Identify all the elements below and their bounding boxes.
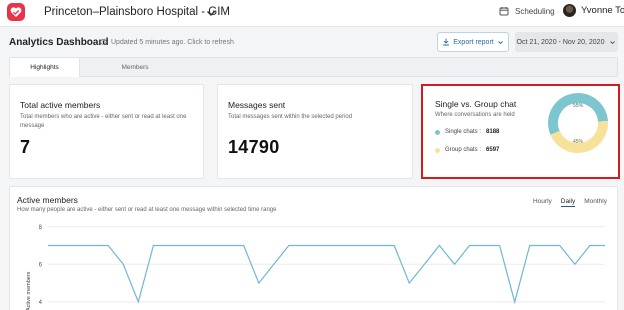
active-members-value: 7 xyxy=(20,137,31,157)
refresh-icon xyxy=(100,38,106,45)
messages-sent-value: 14790 xyxy=(228,137,280,157)
card-title: Messages sent xyxy=(228,100,286,110)
scheduling-link[interactable]: Scheduling xyxy=(499,6,555,16)
tab-highlights[interactable]: Highlights xyxy=(10,58,80,77)
card-subtitle: Total members who are active - either se… xyxy=(20,114,187,129)
user-menu[interactable]: Yvonne To xyxy=(563,4,624,17)
y-tick-label: 8 xyxy=(39,225,43,231)
y-tick-label: 6 xyxy=(39,262,43,268)
series-line xyxy=(48,244,605,305)
card-title: Total active members xyxy=(20,100,101,110)
download-icon xyxy=(443,38,450,46)
app-logo-icon[interactable] xyxy=(7,3,25,21)
date-range-value: Oct 21, 2020 - Nov 20, 2020 xyxy=(516,38,605,46)
y-tick-label: 4 xyxy=(39,300,43,306)
top-bar: Princeton–Plainsboro Hospital - GIM Sche… xyxy=(0,0,624,27)
export-report-button[interactable]: Export report xyxy=(437,32,509,52)
chevron-down-icon[interactable] xyxy=(204,6,218,20)
org-name[interactable]: Princeton–Plainsboro Hospital - GIM xyxy=(44,6,230,18)
user-name: Yvonne To xyxy=(581,5,624,16)
active-members-line-chart: 4 6 8 Active members xyxy=(26,225,606,310)
card-subtitle: Total messages sent within the selected … xyxy=(228,114,353,120)
avatar xyxy=(563,4,576,17)
chevron-down-icon xyxy=(610,40,616,44)
tab-bar: Highlights Members xyxy=(9,57,618,77)
y-axis-label: Active members xyxy=(26,271,32,310)
date-range-picker[interactable]: Oct 21, 2020 - Nov 20, 2020 xyxy=(515,32,618,52)
chevron-down-icon xyxy=(497,40,503,44)
active-members-chart-card: Active members How many people are activ… xyxy=(9,186,618,310)
calendar-icon xyxy=(499,7,509,16)
refresh-text: Updated 5 minutes ago. Click to refresh xyxy=(111,38,234,46)
highlight-frame xyxy=(421,84,620,179)
tab-members[interactable]: Members xyxy=(100,58,170,77)
export-label: Export report xyxy=(453,38,494,46)
refresh-link[interactable]: Updated 5 minutes ago. Click to refresh xyxy=(99,38,234,46)
page-title: Analytics Dashboard xyxy=(9,37,109,48)
scheduling-label: Scheduling xyxy=(515,6,555,16)
messages-sent-card: Messages sent Total messages sent within… xyxy=(217,84,413,179)
active-members-card: Total active members Total members who a… xyxy=(9,84,204,179)
